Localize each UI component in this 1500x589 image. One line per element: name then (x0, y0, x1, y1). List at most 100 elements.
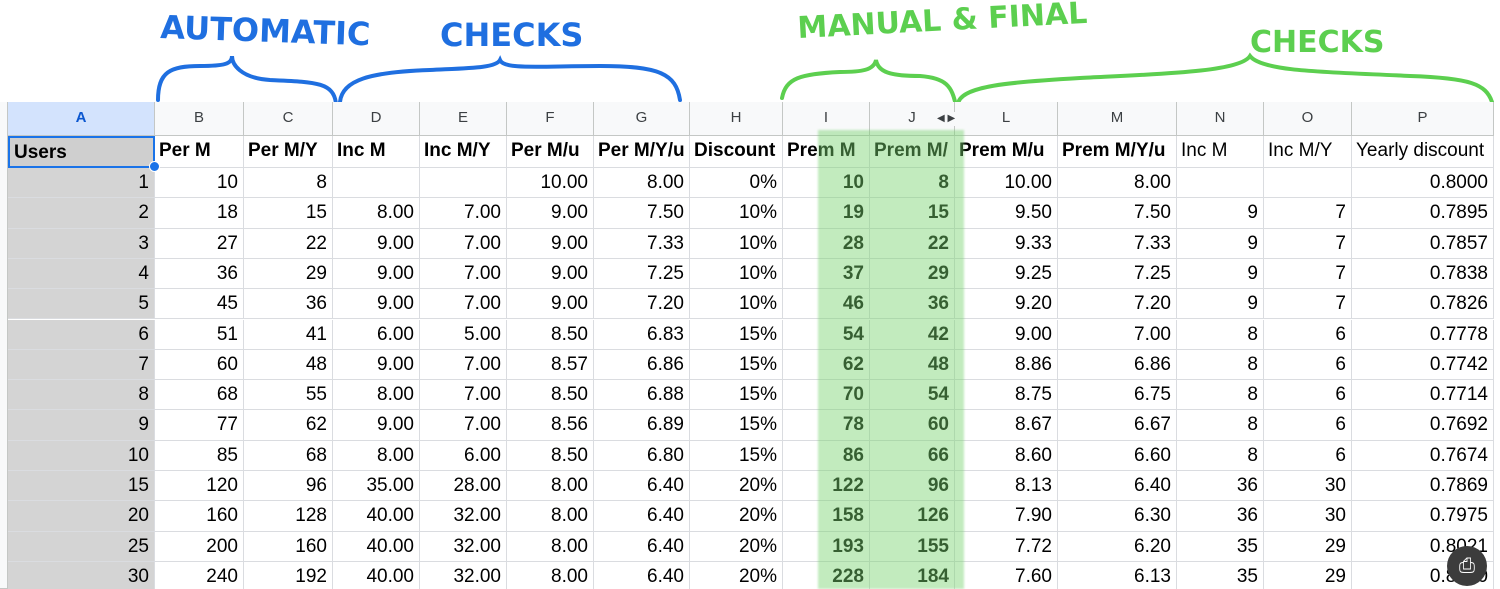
cell-j[interactable]: 8 (870, 168, 955, 199)
column-header-f[interactable]: F (507, 102, 594, 136)
cell-d[interactable]: 40.00 (333, 531, 420, 562)
cell-o[interactable]: 7 (1264, 258, 1352, 290)
selection-fill-handle[interactable] (149, 161, 160, 172)
cell-e[interactable]: 7.00 (420, 198, 507, 229)
cell-o[interactable]: 7 (1264, 198, 1352, 229)
cell-g[interactable]: 6.40 (594, 531, 690, 562)
column-header-n[interactable]: N (1177, 102, 1264, 136)
cell-e[interactable]: 7.00 (420, 410, 507, 441)
cell-m[interactable]: 6.13 (1058, 561, 1177, 589)
cell-p[interactable]: 0.7869 (1352, 471, 1494, 502)
cell-g[interactable]: 7.50 (594, 198, 690, 229)
cell-b[interactable]: 60 (155, 349, 244, 381)
cell-c[interactable]: 68 (244, 440, 333, 471)
cell-p[interactable]: 0.7742 (1352, 349, 1494, 381)
cell-e[interactable]: 7.00 (420, 258, 507, 290)
cell-e[interactable]: 32.00 (420, 561, 507, 589)
cell-i[interactable]: 19 (783, 198, 870, 229)
cell-j[interactable]: 22 (870, 228, 955, 259)
cell-i[interactable]: 158 (783, 501, 870, 532)
cell-n[interactable]: 36 (1177, 471, 1264, 502)
cell-c[interactable]: 8 (244, 168, 333, 199)
cell-f[interactable]: 9.00 (507, 198, 594, 229)
cell-b[interactable]: 85 (155, 440, 244, 471)
cell-g[interactable]: 6.40 (594, 471, 690, 502)
cell-d[interactable]: 9.00 (333, 410, 420, 441)
cell-p[interactable]: 0.7714 (1352, 380, 1494, 411)
cell-b[interactable]: 18 (155, 198, 244, 229)
cell-l[interactable]: 9.25 (955, 258, 1058, 290)
cell-m[interactable]: 6.75 (1058, 380, 1177, 411)
cell-f[interactable]: 8.00 (507, 471, 594, 502)
header-cell-b[interactable]: Per M (155, 136, 244, 168)
header-cell-d[interactable]: Inc M (333, 136, 420, 168)
cell-m[interactable]: 6.60 (1058, 440, 1177, 471)
cell-b[interactable]: 51 (155, 319, 244, 350)
cell-a[interactable]: 7 (8, 349, 155, 381)
cell-e[interactable]: 6.00 (420, 440, 507, 471)
cell-o[interactable]: 7 (1264, 228, 1352, 259)
column-header-d[interactable]: D (333, 102, 420, 136)
cell-m[interactable]: 6.20 (1058, 531, 1177, 562)
cell-e[interactable]: 32.00 (420, 501, 507, 532)
cell-o[interactable]: 29 (1264, 531, 1352, 562)
cell-c[interactable]: 22 (244, 228, 333, 259)
cell-a[interactable]: 5 (8, 289, 155, 320)
cell-i[interactable]: 193 (783, 531, 870, 562)
cell-n[interactable]: 9 (1177, 289, 1264, 320)
cell-f[interactable]: 8.00 (507, 501, 594, 532)
cell-j[interactable]: 15 (870, 198, 955, 229)
cell-p[interactable]: 0.7895 (1352, 198, 1494, 229)
cell-i[interactable]: 228 (783, 561, 870, 589)
cell-h[interactable]: 15% (690, 440, 783, 471)
cell-m[interactable]: 7.50 (1058, 198, 1177, 229)
cell-o[interactable]: 29 (1264, 561, 1352, 589)
cell-a[interactable]: 8 (8, 380, 155, 411)
cell-j[interactable]: 48 (870, 349, 955, 381)
cell-j[interactable]: 29 (870, 258, 955, 290)
cell-n[interactable]: 8 (1177, 349, 1264, 381)
cell-o[interactable]: 6 (1264, 410, 1352, 441)
cell-i[interactable]: 54 (783, 319, 870, 350)
column-header-b[interactable]: B (155, 102, 244, 136)
cell-o[interactable]: 6 (1264, 440, 1352, 471)
cell-c[interactable]: 29 (244, 258, 333, 290)
cell-g[interactable]: 7.25 (594, 258, 690, 290)
cell-d[interactable]: 6.00 (333, 319, 420, 350)
column-header-p[interactable]: P (1352, 102, 1494, 136)
cell-h[interactable]: 20% (690, 471, 783, 502)
cell-g[interactable]: 6.89 (594, 410, 690, 441)
cell-o[interactable] (1264, 168, 1352, 199)
cell-p[interactable]: 0.7826 (1352, 289, 1494, 320)
cell-j[interactable]: 66 (870, 440, 955, 471)
cell-i[interactable]: 46 (783, 289, 870, 320)
cell-h[interactable]: 20% (690, 531, 783, 562)
header-cell-e[interactable]: Inc M/Y (420, 136, 507, 168)
header-cell-l[interactable]: Prem M/u (955, 136, 1058, 168)
cell-o[interactable]: 6 (1264, 349, 1352, 381)
column-header-o[interactable]: O (1264, 102, 1352, 136)
cell-c[interactable]: 55 (244, 380, 333, 411)
cell-b[interactable]: 68 (155, 380, 244, 411)
screenshot-tool-icon[interactable]: ⎙ (1447, 546, 1487, 586)
cell-a[interactable]: 10 (8, 440, 155, 471)
cell-e[interactable]: 32.00 (420, 531, 507, 562)
column-header-h[interactable]: H (690, 102, 783, 136)
cell-o[interactable]: 6 (1264, 319, 1352, 350)
cell-n[interactable]: 8 (1177, 410, 1264, 441)
hidden-columns-arrows-icon[interactable]: ◀ ▶ (937, 112, 956, 126)
cell-o[interactable]: 6 (1264, 380, 1352, 411)
cell-d[interactable]: 8.00 (333, 380, 420, 411)
cell-i[interactable]: 122 (783, 471, 870, 502)
cell-f[interactable]: 8.50 (507, 380, 594, 411)
cell-o[interactable]: 30 (1264, 501, 1352, 532)
cell-f[interactable]: 8.00 (507, 531, 594, 562)
cell-a[interactable]: 1 (8, 168, 155, 199)
cell-a[interactable]: 25 (8, 531, 155, 562)
cell-f[interactable]: 10.00 (507, 168, 594, 199)
cell-m[interactable]: 6.30 (1058, 501, 1177, 532)
cell-b[interactable]: 10 (155, 168, 244, 199)
header-cell-j[interactable]: Prem M/ (870, 136, 955, 168)
cell-j[interactable]: 54 (870, 380, 955, 411)
cell-i[interactable]: 70 (783, 380, 870, 411)
